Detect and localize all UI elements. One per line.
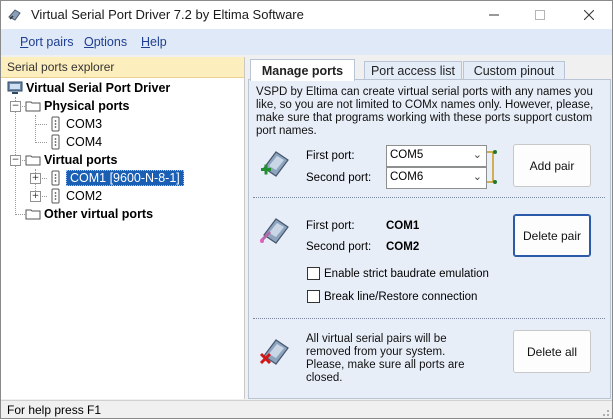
window-title: Virtual Serial Port Driver 7.2 by Eltima… bbox=[31, 7, 304, 22]
pair-second-port-label: Second port: bbox=[306, 241, 372, 253]
status-text: For help press F1 bbox=[7, 403, 102, 417]
strict-baudrate-checkbox[interactable]: Enable strict baudrate emulation bbox=[307, 267, 489, 280]
serial-port-icon bbox=[51, 188, 60, 204]
pair-second-port-value: COM2 bbox=[386, 241, 420, 253]
tree-guide bbox=[35, 124, 47, 125]
second-port-combo[interactable]: COM6 ⌄ bbox=[386, 167, 487, 189]
serial-port-icon bbox=[51, 116, 60, 132]
serial-port-icon bbox=[51, 170, 60, 186]
strict-baudrate-label: Enable strict baudrate emulation bbox=[324, 267, 489, 280]
expand-com1-icon[interactable]: + bbox=[30, 173, 41, 184]
tree-guide bbox=[35, 142, 47, 143]
tree-port-com3[interactable]: COM3 bbox=[47, 115, 102, 133]
tree-other-virtual-ports[interactable]: Other virtual ports bbox=[25, 205, 153, 223]
tab-manage-ports[interactable]: Manage ports bbox=[250, 59, 355, 81]
minimize-icon bbox=[489, 14, 499, 16]
tree-other-label: Other virtual ports bbox=[44, 207, 154, 221]
first-port-label: First port: bbox=[306, 150, 355, 162]
checkbox-box[interactable] bbox=[307, 290, 320, 303]
tree-guide bbox=[35, 115, 36, 143]
folder-icon bbox=[25, 155, 41, 166]
tree-port-com1[interactable]: COM1 [9600-N-8-1] bbox=[47, 169, 184, 187]
tree-root-label: Virtual Serial Port Driver bbox=[26, 81, 171, 95]
title-bar[interactable]: Virtual Serial Port Driver 7.2 by Eltima… bbox=[1, 1, 612, 29]
tab-strip: Manage ports Port access list Custom pin… bbox=[248, 59, 611, 81]
serial-ports-explorer: Serial ports explorer Virtual Serial Por… bbox=[1, 57, 245, 399]
close-button[interactable] bbox=[566, 1, 612, 29]
serial-port-icon bbox=[51, 134, 60, 150]
folder-icon bbox=[25, 209, 41, 220]
pair-first-port-label: First port: bbox=[306, 220, 355, 232]
explorer-header: Serial ports explorer bbox=[1, 57, 244, 78]
tab-custom-pinout[interactable]: Custom pinout bbox=[463, 61, 565, 80]
folder-icon bbox=[25, 101, 41, 112]
manage-ports-panel: VSPD by Eltima can create virtual serial… bbox=[248, 79, 611, 399]
minimize-button[interactable] bbox=[471, 1, 517, 29]
pair-first-port-value: COM1 bbox=[386, 220, 420, 232]
collapse-physical-icon[interactable]: − bbox=[10, 101, 21, 112]
close-icon bbox=[584, 10, 594, 20]
delete-all-icon bbox=[259, 339, 289, 365]
first-port-value: COM5 bbox=[390, 149, 424, 161]
tree-port-com4[interactable]: COM4 bbox=[47, 133, 102, 151]
computer-icon bbox=[7, 81, 23, 94]
first-port-combo[interactable]: COM5 ⌄ bbox=[386, 145, 487, 167]
main-panel: Manage ports Port access list Custom pin… bbox=[248, 57, 611, 399]
tree-physical-label: Physical ports bbox=[44, 99, 130, 113]
tree-port-label: COM2 bbox=[66, 189, 103, 203]
delete-port-pair-icon bbox=[259, 218, 289, 244]
break-line-checkbox[interactable]: Break line/Restore connection bbox=[307, 290, 477, 303]
resize-grip-icon[interactable] bbox=[600, 407, 610, 417]
tree-root[interactable]: Virtual Serial Port Driver bbox=[7, 79, 170, 97]
app-window: Virtual Serial Port Driver 7.2 by Eltima… bbox=[0, 0, 613, 419]
delete-pair-button[interactable]: Delete pair bbox=[513, 214, 591, 257]
app-icon bbox=[8, 9, 21, 21]
maximize-button[interactable] bbox=[517, 1, 563, 29]
second-port-value: COM6 bbox=[390, 171, 424, 183]
status-bar: For help press F1 bbox=[1, 400, 612, 418]
chevron-down-icon: ⌄ bbox=[472, 148, 482, 161]
maximize-icon bbox=[535, 10, 545, 20]
menu-port-pairs[interactable]: Port pairs bbox=[20, 35, 74, 49]
delete-all-description: All virtual serial pairs will be removed… bbox=[306, 333, 465, 384]
manage-description: VSPD by Eltima can create virtual serial… bbox=[256, 86, 594, 137]
add-pair-button[interactable]: Add pair bbox=[513, 144, 591, 187]
tab-port-access-list[interactable]: Port access list bbox=[364, 61, 462, 80]
second-port-label: Second port: bbox=[306, 172, 372, 184]
tree-port-label: COM4 bbox=[66, 135, 103, 149]
menu-bar: Port pairs Options Help bbox=[1, 29, 612, 55]
expand-com2-icon[interactable]: + bbox=[30, 191, 41, 202]
chevron-down-icon: ⌄ bbox=[472, 170, 482, 183]
break-line-label: Break line/Restore connection bbox=[324, 290, 478, 303]
tree-virtual-label: Virtual ports bbox=[44, 153, 118, 167]
tree-port-label: COM3 bbox=[66, 117, 103, 131]
tree-physical-ports[interactable]: Physical ports bbox=[25, 97, 129, 115]
tree-port-com2[interactable]: COM2 bbox=[47, 187, 102, 205]
checkbox-box[interactable] bbox=[307, 267, 320, 280]
menu-help[interactable]: Help bbox=[141, 35, 167, 49]
add-port-pair-icon bbox=[261, 151, 289, 177]
pair-link-bracket bbox=[487, 150, 497, 184]
explorer-title: Serial ports explorer bbox=[7, 60, 115, 74]
collapse-virtual-icon[interactable]: − bbox=[10, 155, 21, 166]
section-divider bbox=[253, 197, 605, 198]
menu-options[interactable]: Options bbox=[84, 35, 127, 49]
tree-port-label-selected: COM1 [9600-N-8-1] bbox=[66, 170, 184, 186]
delete-all-button[interactable]: Delete all bbox=[513, 330, 591, 373]
ports-tree: Virtual Serial Port Driver − Physical po… bbox=[1, 79, 244, 399]
tree-virtual-ports[interactable]: Virtual ports bbox=[25, 151, 117, 169]
section-divider bbox=[253, 318, 605, 319]
